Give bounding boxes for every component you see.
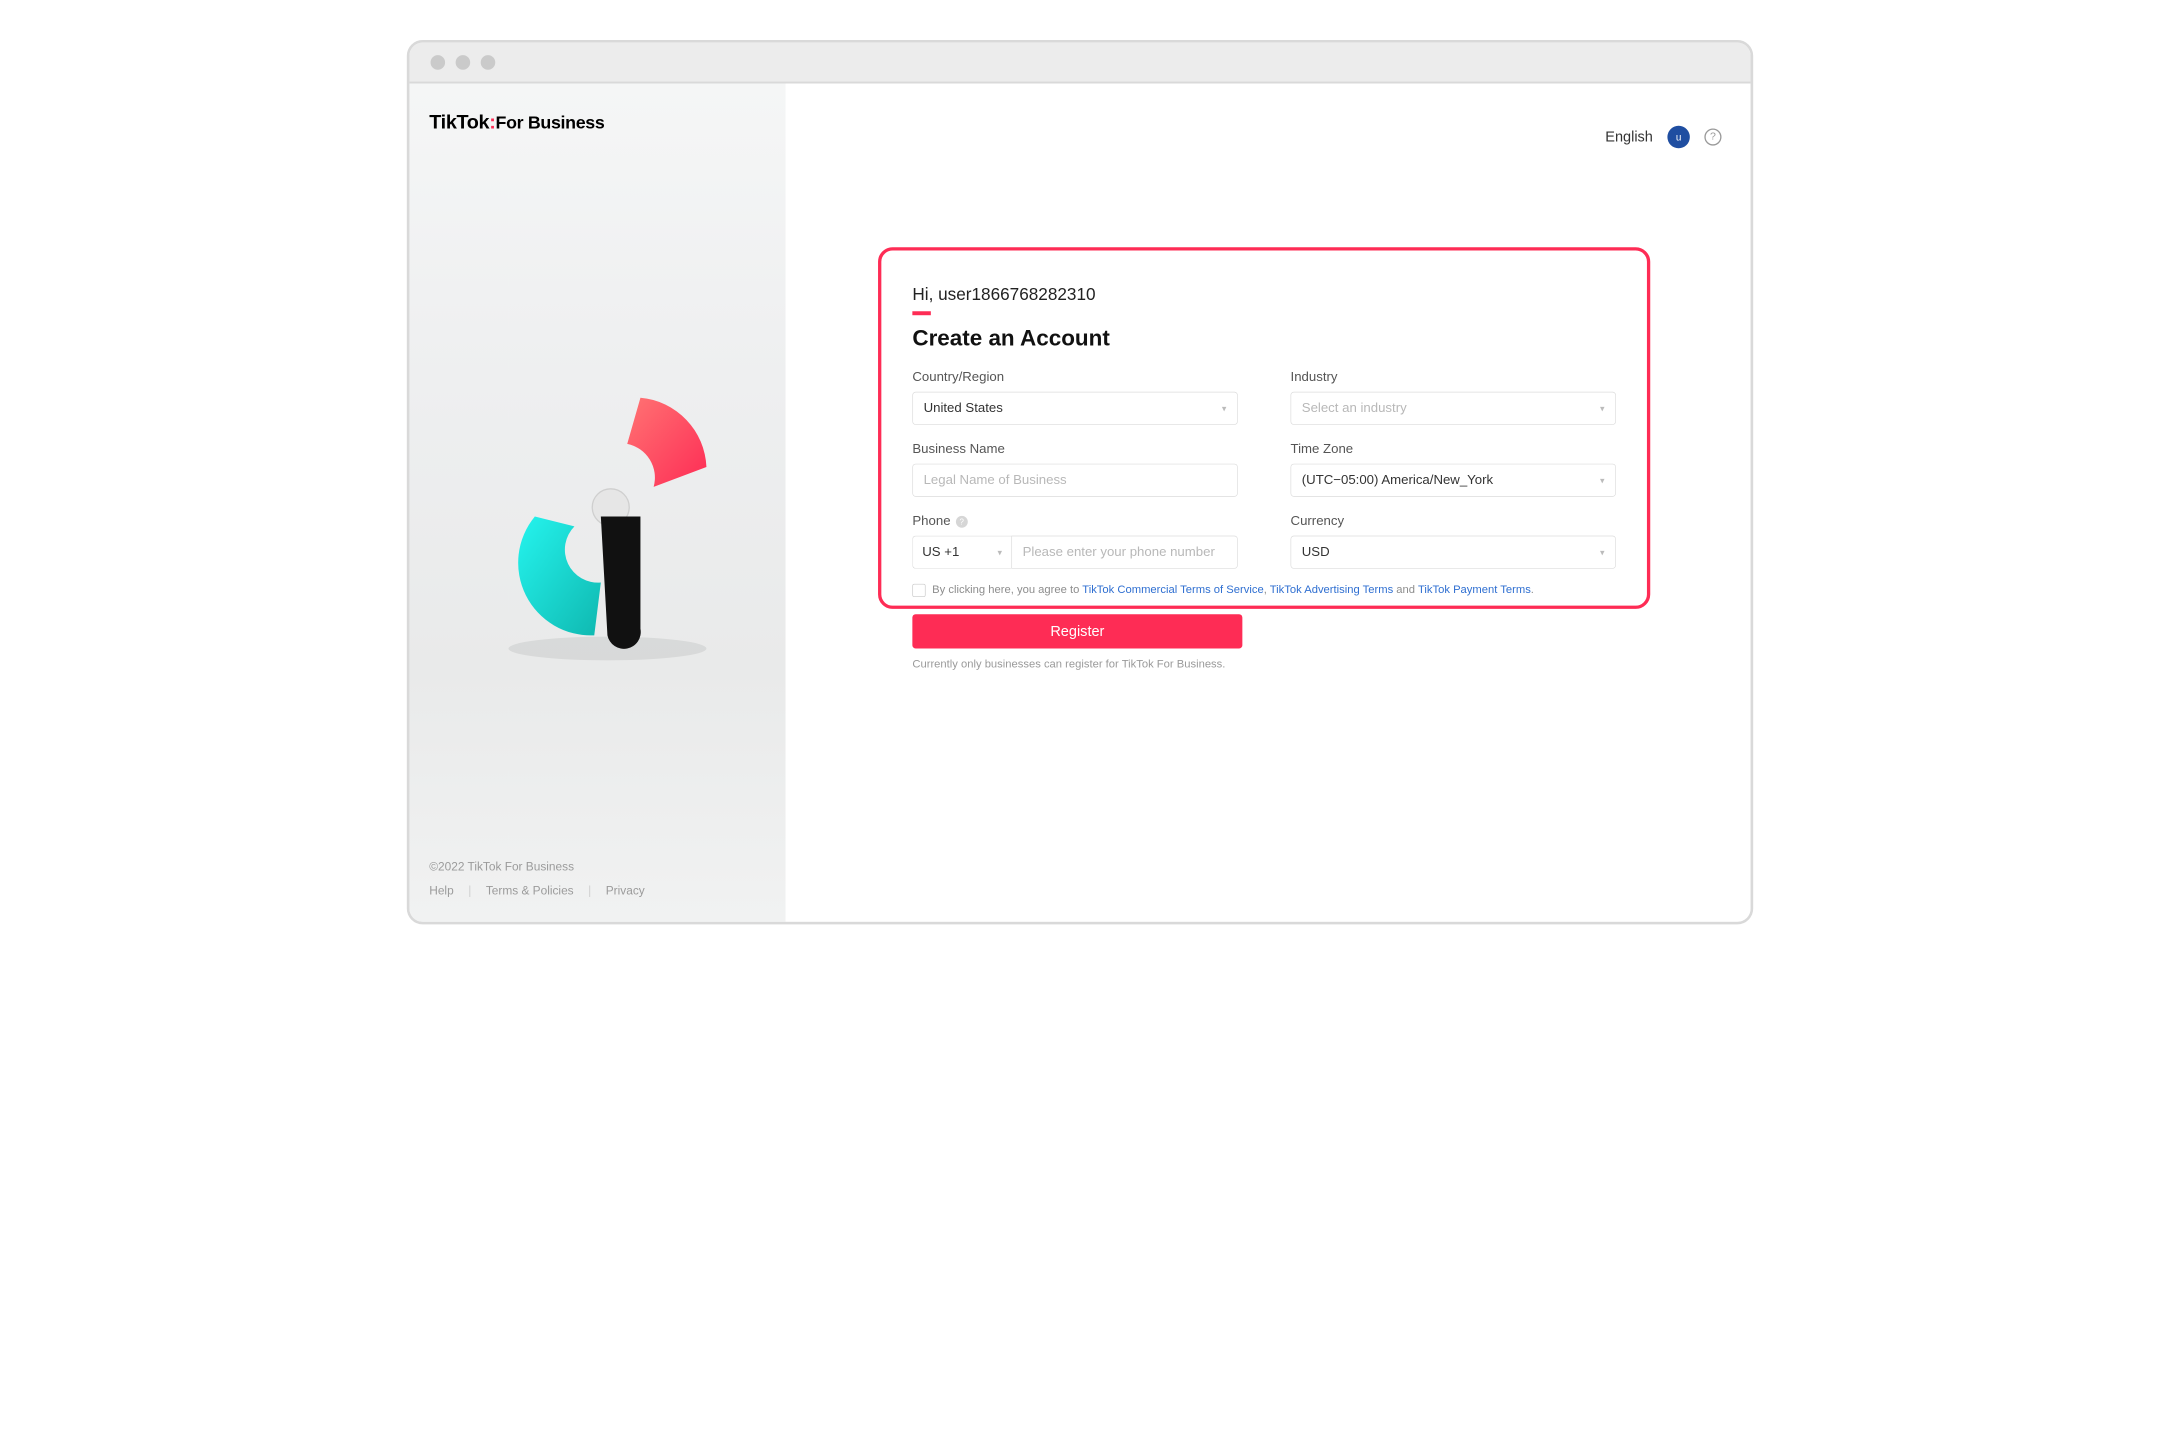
topbar: English u ? bbox=[1605, 126, 1721, 148]
browser-frame: TikTok:For Business bbox=[407, 40, 1753, 924]
left-pane: TikTok:For Business bbox=[409, 84, 785, 922]
link-advertising-terms[interactable]: TikTok Advertising Terms bbox=[1270, 583, 1393, 596]
tiktok-3d-icon bbox=[502, 385, 713, 662]
register-note: Currently only businesses can register f… bbox=[912, 658, 1616, 671]
browser-chrome bbox=[409, 43, 1750, 84]
time-zone-value: (UTC−05:00) America/New_York bbox=[1302, 473, 1493, 488]
language-selector[interactable]: English bbox=[1605, 128, 1653, 145]
agree-sep: and bbox=[1393, 583, 1418, 596]
chevron-down-icon: ▾ bbox=[1600, 475, 1605, 486]
phone-placeholder: Please enter your phone number bbox=[1023, 545, 1215, 560]
field-phone: Phone ? US +1 ▾ Please enter your phone … bbox=[912, 514, 1237, 569]
agree-row: By clicking here, you agree to TikTok Co… bbox=[912, 583, 1616, 597]
phone-country-code-select[interactable]: US +1 ▾ bbox=[912, 536, 1011, 569]
label-industry: Industry bbox=[1291, 370, 1616, 385]
label-business-name: Business Name bbox=[912, 442, 1237, 457]
traffic-light-close[interactable] bbox=[431, 55, 446, 70]
business-name-input[interactable]: Legal Name of Business bbox=[912, 464, 1237, 497]
label-phone: Phone ? bbox=[912, 514, 1237, 529]
link-payment-terms[interactable]: TikTok Payment Terms bbox=[1418, 583, 1531, 596]
footer-separator: | bbox=[588, 884, 591, 898]
footer-link-terms[interactable]: Terms & Policies bbox=[486, 884, 574, 898]
field-industry: Industry Select an industry ▾ bbox=[1291, 370, 1616, 425]
industry-placeholder: Select an industry bbox=[1302, 401, 1407, 416]
logo-main: TikTok bbox=[429, 111, 489, 133]
right-pane: English u ? Hi, user1866768282310 Create… bbox=[786, 84, 1751, 922]
country-value: United States bbox=[924, 401, 1003, 416]
agree-text: By clicking here, you agree to TikTok Co… bbox=[932, 583, 1534, 596]
country-select[interactable]: United States ▾ bbox=[912, 392, 1237, 425]
footer-link-help[interactable]: Help bbox=[429, 884, 453, 898]
field-country: Country/Region United States ▾ bbox=[912, 370, 1237, 425]
traffic-light-maximize[interactable] bbox=[481, 55, 496, 70]
logo: TikTok:For Business bbox=[409, 84, 785, 134]
help-icon[interactable]: ? bbox=[1704, 128, 1721, 145]
label-currency: Currency bbox=[1291, 514, 1616, 529]
field-business-name: Business Name Legal Name of Business bbox=[912, 442, 1237, 497]
field-time-zone: Time Zone (UTC−05:00) America/New_York ▾ bbox=[1291, 442, 1616, 497]
decorative-art bbox=[409, 134, 785, 860]
phone-code-value: US +1 bbox=[922, 545, 959, 560]
avatar[interactable]: u bbox=[1667, 126, 1689, 148]
page-title: Create an Account bbox=[912, 326, 1616, 352]
footer: ©2022 TikTok For Business Help | Terms &… bbox=[409, 860, 785, 922]
register-button[interactable]: Register bbox=[912, 614, 1242, 648]
app: TikTok:For Business bbox=[409, 84, 1750, 922]
agree-suffix: . bbox=[1531, 583, 1534, 596]
field-currency: Currency USD ▾ bbox=[1291, 514, 1616, 569]
logo-sub: For Business bbox=[496, 113, 605, 133]
footer-separator: | bbox=[468, 884, 471, 898]
info-icon[interactable]: ? bbox=[956, 516, 968, 528]
label-phone-text: Phone bbox=[912, 514, 950, 529]
footer-link-privacy[interactable]: Privacy bbox=[606, 884, 645, 898]
traffic-light-minimize[interactable] bbox=[456, 55, 471, 70]
agree-prefix: By clicking here, you agree to bbox=[932, 583, 1082, 596]
agree-checkbox[interactable] bbox=[912, 584, 925, 597]
accent-bar bbox=[912, 311, 930, 315]
chevron-down-icon: ▾ bbox=[1600, 547, 1605, 558]
currency-select[interactable]: USD ▾ bbox=[1291, 536, 1616, 569]
chevron-down-icon: ▾ bbox=[1600, 403, 1605, 414]
link-commercial-terms[interactable]: TikTok Commercial Terms of Service bbox=[1082, 583, 1263, 596]
create-account-form: Hi, user1866768282310 Create an Account … bbox=[885, 254, 1644, 699]
chevron-down-icon: ▾ bbox=[1222, 403, 1227, 414]
time-zone-select[interactable]: (UTC−05:00) America/New_York ▾ bbox=[1291, 464, 1616, 497]
chevron-down-icon: ▾ bbox=[997, 547, 1002, 558]
label-country: Country/Region bbox=[912, 370, 1237, 385]
currency-value: USD bbox=[1302, 545, 1330, 560]
business-name-placeholder: Legal Name of Business bbox=[924, 473, 1067, 488]
industry-select[interactable]: Select an industry ▾ bbox=[1291, 392, 1616, 425]
label-time-zone: Time Zone bbox=[1291, 442, 1616, 457]
footer-copyright: ©2022 TikTok For Business bbox=[429, 860, 766, 874]
phone-number-input[interactable]: Please enter your phone number bbox=[1011, 536, 1237, 569]
greeting: Hi, user1866768282310 bbox=[912, 284, 1616, 304]
